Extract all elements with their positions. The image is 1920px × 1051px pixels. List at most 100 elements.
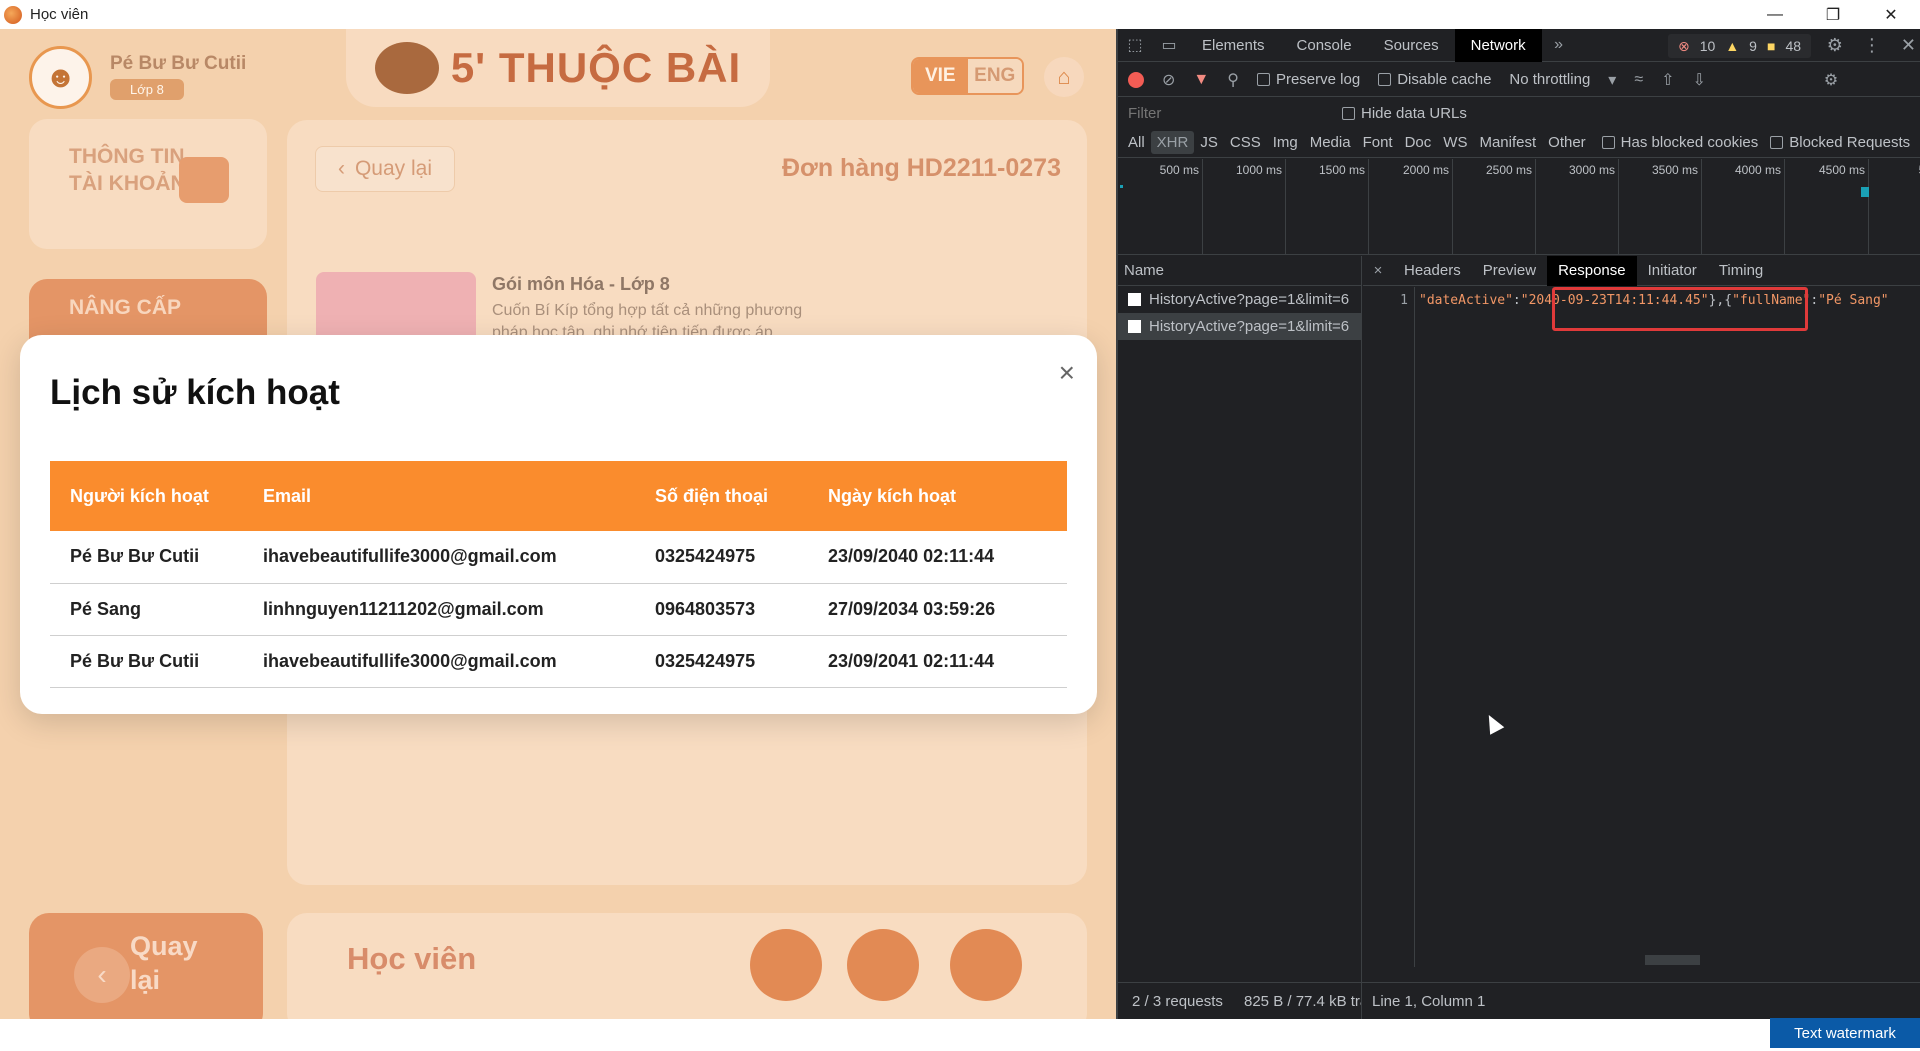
close-window-button[interactable]: ✕ xyxy=(1862,0,1920,29)
type-css[interactable]: CSS xyxy=(1224,131,1267,154)
timeline-tick-label: 1000 ms xyxy=(1235,163,1282,177)
cursor-position: Line 1, Column 1 xyxy=(1372,992,1486,1010)
error-count: 10 xyxy=(1699,38,1716,54)
info-count: 48 xyxy=(1785,38,1802,54)
highlight-box xyxy=(1552,287,1808,331)
scrollbar-thumb[interactable] xyxy=(1645,955,1700,965)
order-title: Đơn hàng HD2211-0273 xyxy=(782,154,1061,182)
type-img[interactable]: Img xyxy=(1267,131,1304,154)
chevron-down-icon[interactable]: ▾ xyxy=(1608,70,1616,90)
inspect-icon[interactable]: ⬚ xyxy=(1118,35,1152,55)
app-pane: ☻ Pé Bư Bư Cutii Lớp 8 5' THUỘC BÀI VIE … xyxy=(0,29,1116,1019)
device-toggle-icon[interactable]: ▭ xyxy=(1152,35,1186,55)
tab-response[interactable]: Response xyxy=(1547,255,1637,286)
preserve-log-checkbox[interactable]: Preserve log xyxy=(1256,71,1360,88)
search-icon[interactable]: ⚲ xyxy=(1227,70,1239,90)
bottom-back-button[interactable]: ‹ Quay lại xyxy=(29,913,263,1019)
tab-preview[interactable]: Preview xyxy=(1472,256,1547,286)
wifi-icon[interactable]: ≈ xyxy=(1634,71,1643,89)
request-row[interactable]: HistoryActive?page=1&limit=6 xyxy=(1118,286,1361,313)
detail-tabbar: × Headers Preview Response Initiator Tim… xyxy=(1363,255,1920,286)
bottom-bar: Học viên xyxy=(287,913,1087,1019)
close-icon[interactable]: ✕ xyxy=(1901,35,1916,56)
product-image xyxy=(316,272,476,342)
type-other[interactable]: Other xyxy=(1542,131,1592,154)
hide-data-urls-checkbox[interactable]: Hide data URLs xyxy=(1342,105,1467,122)
blocked-requests-checkbox[interactable]: Blocked Requests xyxy=(1770,134,1910,151)
gear-icon[interactable]: ⚙ xyxy=(1827,35,1843,56)
col-email: Email xyxy=(263,485,312,506)
gear-icon[interactable]: ⚙ xyxy=(1824,70,1838,90)
product-name: Gói môn Hóa - Lớp 8 xyxy=(492,274,670,294)
cell-email: linhnguyen11211202@gmail.com xyxy=(243,583,635,636)
request-list: Name HistoryActive?page=1&limit=6 Histor… xyxy=(1118,256,1362,982)
cell-date: 23/09/2040 02:11:44 xyxy=(808,531,1067,584)
tab-elements[interactable]: Elements xyxy=(1186,29,1281,62)
timeline-tick: 1000 ms xyxy=(1236,159,1286,255)
type-all[interactable]: All xyxy=(1122,131,1151,154)
gift-icon[interactable] xyxy=(847,929,919,1001)
restore-button[interactable]: ❐ xyxy=(1804,0,1862,29)
network-timeline[interactable]: 500 ms 1000 ms 1500 ms 2000 ms 2500 ms 3… xyxy=(1118,159,1920,255)
shop-icon[interactable] xyxy=(950,929,1022,1001)
throttling-select[interactable]: No throttling xyxy=(1509,71,1590,88)
name-column-header[interactable]: Name xyxy=(1118,256,1361,286)
clear-icon[interactable]: ⊘ xyxy=(1162,70,1175,90)
type-manifest[interactable]: Manifest xyxy=(1473,131,1542,154)
upload-icon[interactable]: ⇧ xyxy=(1661,70,1674,90)
more-tabs-icon[interactable]: » xyxy=(1542,36,1576,54)
minimize-button[interactable]: — xyxy=(1746,0,1804,29)
tab-network[interactable]: Network xyxy=(1454,28,1542,62)
lang-vie-button[interactable]: VIE xyxy=(913,59,968,93)
record-icon[interactable] xyxy=(1128,71,1144,88)
kebab-menu-icon[interactable]: ⋮ xyxy=(1863,35,1881,56)
tab-timing[interactable]: Timing xyxy=(1708,256,1774,286)
type-doc[interactable]: Doc xyxy=(1399,131,1438,154)
tab-console[interactable]: Console xyxy=(1281,29,1368,62)
horizontal-scrollbar[interactable] xyxy=(1415,953,1920,967)
home-icon[interactable]: ⌂ xyxy=(1044,57,1084,97)
filter-input[interactable] xyxy=(1122,102,1328,124)
window-title: Học viên xyxy=(30,6,89,23)
disable-cache-checkbox[interactable]: Disable cache xyxy=(1378,71,1491,88)
text-watermark: Text watermark xyxy=(1770,1018,1920,1048)
devtools-tabbar: ⬚ ▭ Elements Console Sources Network » ⊗… xyxy=(1118,28,1920,62)
activation-history-modal: Lịch sử kích hoạt × Người kích hoạt Emai… xyxy=(20,335,1097,714)
account-info-card[interactable]: THÔNG TIN TÀI KHOẢN xyxy=(29,119,267,249)
type-js[interactable]: JS xyxy=(1194,131,1224,154)
xhr-file-icon xyxy=(1128,320,1141,333)
request-count: 2 / 3 requests xyxy=(1132,992,1223,1010)
response-body[interactable]: 1 "dateActive":"2040-09-23T14:11:44.45"}… xyxy=(1363,287,1920,967)
close-detail-icon[interactable]: × xyxy=(1363,262,1393,279)
language-switch[interactable]: VIE ENG xyxy=(911,57,1024,95)
lang-eng-button[interactable]: ENG xyxy=(967,59,1022,93)
devtools-panel: ⬚ ▭ Elements Console Sources Network » ⊗… xyxy=(1116,28,1920,1020)
type-ws[interactable]: WS xyxy=(1437,131,1473,154)
requests-panel: Name HistoryActive?page=1&limit=6 Histor… xyxy=(1118,255,1920,982)
user-avatar[interactable]: ☻ xyxy=(29,46,92,109)
tab-headers[interactable]: Headers xyxy=(1393,256,1472,286)
request-row-selected[interactable]: HistoryActive?page=1&limit=6 xyxy=(1118,313,1361,340)
download-icon[interactable]: ⇩ xyxy=(1693,70,1706,90)
issues-badges[interactable]: ⊗ 10 ▲ 9 ■ 48 xyxy=(1668,34,1812,58)
type-xhr[interactable]: XHR xyxy=(1150,131,1195,154)
json-value: "Pé Sang" xyxy=(1818,293,1889,308)
transfer-size: 825 B / 77.4 kB tra xyxy=(1230,982,1362,1020)
filter-icon[interactable]: ▼ xyxy=(1193,71,1209,89)
timeline-tick-label: 4500 ms xyxy=(1818,163,1865,177)
user-level-badge: Lớp 8 xyxy=(110,79,184,100)
cell-date: 27/09/2034 03:59:26 xyxy=(808,583,1067,636)
notebook-icon[interactable] xyxy=(750,929,822,1001)
timeline-tick: 2000 ms xyxy=(1403,159,1453,255)
table-row: Pé Bư Bư Cutii ihavebeautifullife3000@gm… xyxy=(50,531,1067,584)
tab-initiator[interactable]: Initiator xyxy=(1637,256,1708,286)
account-card-icon xyxy=(179,157,229,203)
tab-sources[interactable]: Sources xyxy=(1368,29,1455,62)
close-icon[interactable]: × xyxy=(1059,359,1075,387)
cell-activator: Pé Bư Bư Cutii xyxy=(50,635,243,688)
type-media[interactable]: Media xyxy=(1304,131,1357,154)
back-button[interactable]: ‹ Quay lại xyxy=(315,146,455,192)
type-font[interactable]: Font xyxy=(1357,131,1399,154)
has-blocked-cookies-checkbox[interactable]: Has blocked cookies xyxy=(1601,134,1758,151)
timeline-tick-label: 4000 ms xyxy=(1734,163,1781,177)
